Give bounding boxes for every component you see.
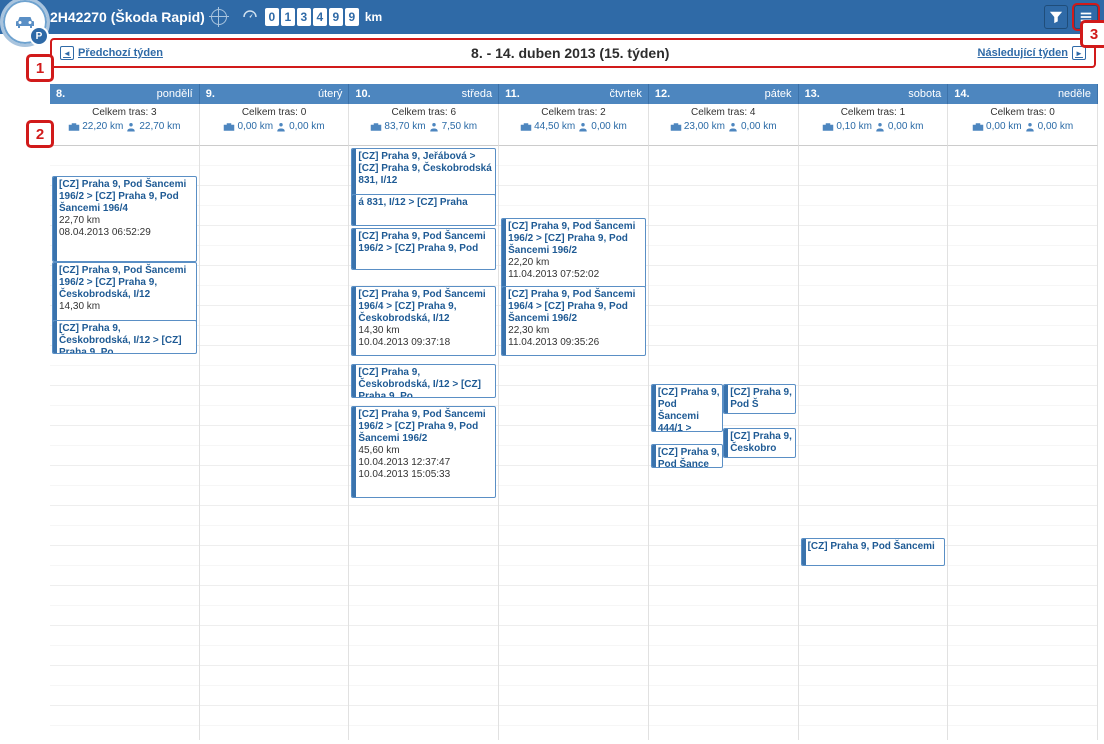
trip-event[interactable]: [CZ] Praha 9, Pod Šancemi 196/2 > [CZ] P… <box>501 218 646 288</box>
annotation-marker-1: 1 <box>26 54 54 82</box>
trip-event[interactable]: [CZ] Praha 9, Pod Šancemi 196/2 > [CZ] P… <box>351 228 496 270</box>
gauge-icon <box>241 8 259 26</box>
day-headers-row: 8.pondělí9.úterý10.středa11.čtvrtek12.pá… <box>50 84 1098 104</box>
trip-event[interactable]: [CZ] Praha 9, Českobrodská, I/12 > [CZ] … <box>351 364 496 398</box>
odo-digit: 1 <box>281 8 295 26</box>
odo-digit: 0 <box>265 8 279 26</box>
trip-event[interactable]: [CZ] Praha 9, Pod Šancemi 196/4 > [CZ] P… <box>351 286 496 356</box>
prev-week-link[interactable]: ◄ Předchozí týden <box>60 46 163 60</box>
odo-digit: 4 <box>313 8 327 26</box>
calendar-grid[interactable]: 6007008009001000110012001300140015001600… <box>50 146 1098 740</box>
trip-event[interactable]: [CZ] Praha 9, Pod Šancemi <box>801 538 946 566</box>
day-summary: Celkem tras: 00,00 km 0,00 km <box>200 104 350 146</box>
chevron-right-icon: ► <box>1072 46 1086 60</box>
day-column-mon[interactable]: [CZ] Praha 9, Pod Šancemi 196/2 > [CZ] P… <box>50 146 200 740</box>
trip-event[interactable]: [CZ] Praha 9, Pod Š <box>723 384 795 414</box>
day-header: 10.středa <box>349 84 499 104</box>
day-summary: Celkem tras: 322,20 km 22,70 km <box>50 104 200 146</box>
trip-event[interactable]: [CZ] Praha 9, Českobro <box>723 428 795 458</box>
odo-digit: 9 <box>329 8 343 26</box>
day-header: 13.sobota <box>799 84 949 104</box>
day-summaries-row: Celkem tras: 322,20 km 22,70 kmCelkem tr… <box>50 104 1098 146</box>
day-column-sun[interactable] <box>948 146 1098 740</box>
vehicle-title: 2H42270 (Škoda Rapid) <box>50 9 205 25</box>
day-header: 14.neděle <box>948 84 1098 104</box>
day-column-fri[interactable]: [CZ] Praha 9, Pod Šancemi 444/1 >[CZ] Pr… <box>649 146 799 740</box>
prev-week-label: Předchozí týden <box>78 47 163 59</box>
day-header: 12.pátek <box>649 84 799 104</box>
chevron-left-icon: ◄ <box>60 46 74 60</box>
trip-event[interactable]: á 831, I/12 > [CZ] Praha <box>351 194 496 226</box>
vehicle-badge: P <box>0 0 50 47</box>
odo-digit: 9 <box>345 8 359 26</box>
trip-event[interactable]: [CZ] Praha 9, Pod Šancemi 196/2 > [CZ] P… <box>52 262 197 324</box>
trip-event[interactable]: [CZ] Praha 9, Pod Šancemi 444/1 > <box>651 384 723 432</box>
day-header: 11.čtvrtek <box>499 84 649 104</box>
trip-event[interactable]: [CZ] Praha 9, Jeřábová > [CZ] Praha 9, Č… <box>351 148 496 200</box>
funnel-icon <box>1049 10 1063 24</box>
odo-digit: 3 <box>297 8 311 26</box>
trip-event[interactable]: [CZ] Praha 9, Pod Šancemi 196/4 > [CZ] P… <box>501 286 646 356</box>
day-summary: Celkem tras: 00,00 km 0,00 km <box>948 104 1098 146</box>
week-title: 8. - 14. duben 2013 (15. týden) <box>163 45 978 61</box>
day-summary: Celkem tras: 423,00 km 0,00 km <box>649 104 799 146</box>
parking-badge-icon: P <box>29 26 49 46</box>
day-column-thu[interactable]: [CZ] Praha 9, Pod Šancemi 196/2 > [CZ] P… <box>499 146 649 740</box>
day-summary: Celkem tras: 10,10 km 0,00 km <box>799 104 949 146</box>
next-week-link[interactable]: Následující týden ► <box>978 46 1086 60</box>
trip-event[interactable]: [CZ] Praha 9, Pod Šance <box>651 444 723 468</box>
odometer-unit: km <box>365 10 382 24</box>
target-icon[interactable] <box>211 9 227 25</box>
annotation-marker-2: 2 <box>26 120 54 148</box>
day-summary: Celkem tras: 683,70 km 7,50 km <box>349 104 499 146</box>
next-week-label: Následující týden <box>978 47 1068 59</box>
top-toolbar: P 2H42270 (Škoda Rapid) 0 1 3 4 9 9 km <box>0 0 1104 34</box>
day-header: 9.úterý <box>200 84 350 104</box>
odometer: 0 1 3 4 9 9 <box>265 8 359 26</box>
day-summary: Celkem tras: 244,50 km 0,00 km <box>499 104 649 146</box>
day-header: 8.pondělí <box>50 84 200 104</box>
trip-event[interactable]: [CZ] Praha 9, Pod Šancemi 196/2 > [CZ] P… <box>52 176 197 262</box>
day-column-tue[interactable] <box>200 146 350 740</box>
calendar: 8.pondělí9.úterý10.středa11.čtvrtek12.pá… <box>50 84 1098 740</box>
trip-event[interactable]: [CZ] Praha 9, Českobrodská, I/12 > [CZ] … <box>52 320 197 354</box>
day-column-sat[interactable]: [CZ] Praha 9, Pod Šancemi <box>799 146 949 740</box>
week-navigation-bar: ◄ Předchozí týden 8. - 14. duben 2013 (1… <box>50 38 1096 68</box>
annotation-marker-3: 3 <box>1080 20 1104 48</box>
day-column-wed[interactable]: [CZ] Praha 9, Jeřábová > [CZ] Praha 9, Č… <box>349 146 499 740</box>
filter-button[interactable] <box>1044 5 1068 29</box>
trip-event[interactable]: [CZ] Praha 9, Pod Šancemi 196/2 > [CZ] P… <box>351 406 496 498</box>
